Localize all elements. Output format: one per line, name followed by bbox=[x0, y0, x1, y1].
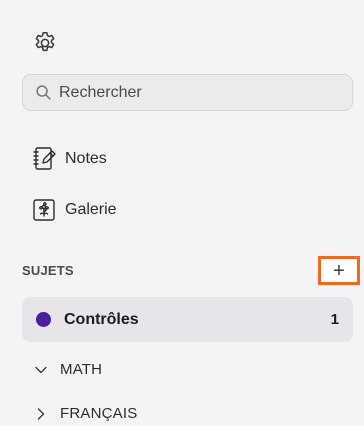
folder-item-math[interactable]: MATH bbox=[34, 361, 102, 378]
search-input[interactable] bbox=[59, 83, 339, 102]
sidebar: Notes Galerie SUJETS + Contrôles 1 MATH bbox=[0, 0, 364, 426]
add-subject-button[interactable]: + bbox=[318, 256, 360, 285]
gear-icon[interactable] bbox=[32, 30, 58, 56]
folder-item-francais[interactable]: FRANÇAIS bbox=[34, 405, 137, 422]
folder-label-math: MATH bbox=[60, 361, 103, 378]
section-title-sujets: SUJETS bbox=[22, 263, 74, 278]
subject-item-controles[interactable]: Contrôles 1 bbox=[22, 297, 353, 342]
nav-item-galerie[interactable]: Galerie bbox=[32, 197, 117, 223]
gallery-flower-icon bbox=[33, 199, 55, 221]
subject-name: Contrôles bbox=[64, 310, 139, 328]
subject-count-badge: 1 bbox=[330, 311, 339, 328]
chevron-right-icon[interactable] bbox=[34, 407, 48, 421]
search-icon bbox=[35, 84, 52, 101]
nav-item-notes[interactable]: Notes bbox=[32, 146, 107, 172]
notebook-pen-icon bbox=[33, 147, 56, 170]
nav-label-notes: Notes bbox=[65, 150, 107, 167]
subject-color-dot bbox=[36, 312, 51, 327]
folder-label-francais: FRANÇAIS bbox=[60, 405, 138, 422]
nav-label-galerie: Galerie bbox=[65, 201, 117, 218]
chevron-down-icon[interactable] bbox=[34, 363, 48, 377]
search-field[interactable] bbox=[22, 74, 353, 111]
